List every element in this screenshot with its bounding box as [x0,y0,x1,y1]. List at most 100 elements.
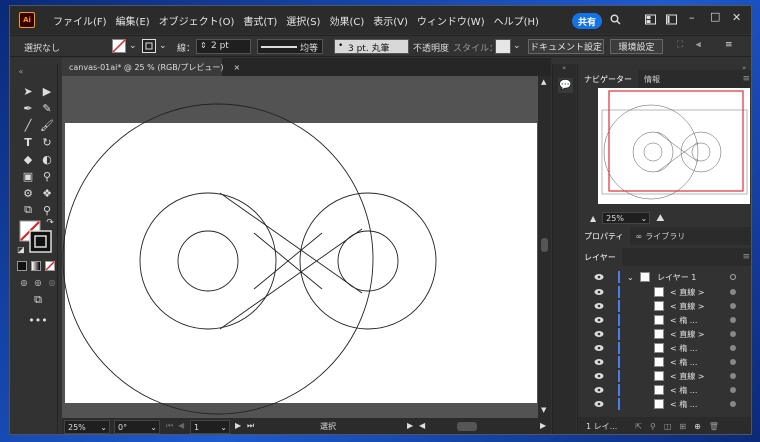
menu-help[interactable]: ヘルプ(H) [494,13,539,28]
rotate-view-select[interactable]: 0° ⌄ [114,420,160,434]
selection-tool-icon[interactable]: ➤ [21,84,35,98]
fill-swatch[interactable] [112,39,126,53]
tab-navigator[interactable]: ナビゲーター [578,70,638,88]
layer-item-row[interactable]: < 楕 ... [578,383,751,397]
draw-inside-icon[interactable]: ◎ [45,275,59,289]
item-name[interactable]: < 楕 ... [670,343,697,354]
navigator-zoom-field[interactable]: 25% ⌄ [602,212,651,224]
layer-item-row[interactable]: < 楕 ... [578,397,751,411]
chevron-down-icon[interactable]: ⌄ [159,41,167,51]
color-mode-icon[interactable] [17,261,27,271]
draw-normal-icon[interactable]: ◎ [17,275,31,289]
target-icon[interactable] [730,359,736,365]
zoom-tool-icon[interactable]: ⚲ [40,203,54,217]
trash-icon[interactable]: 🗑 [709,422,719,431]
item-name[interactable]: < 楕 ... [670,315,697,326]
shape-builder-tool-icon[interactable]: ◐ [40,152,54,166]
last-artboard-icon[interactable]: ⏭ [247,421,254,431]
screen-mode-icon[interactable] [666,14,677,25]
visibility-eye-icon[interactable] [594,358,604,366]
layer-name[interactable]: レイヤー 1 [657,272,696,283]
visibility-eye-icon[interactable] [594,386,604,394]
transform-icon[interactable]: ⛶ [677,40,683,50]
zoom-select[interactable]: 25% ⌄ [64,420,110,434]
target-icon[interactable] [730,317,736,323]
artwork[interactable] [62,76,538,418]
status-menu-icon[interactable]: ▶ [407,421,413,430]
stroke-weight-field[interactable]: ⇕ 2 pt [196,39,251,54]
search-icon[interactable] [610,14,621,25]
visibility-eye-icon[interactable] [594,273,604,281]
maximize-button[interactable]: □ [710,10,720,23]
none-mode-icon[interactable] [45,261,55,271]
draw-behind-icon[interactable]: ◎ [31,275,45,289]
tab-properties[interactable]: プロパティ [578,227,630,245]
new-layer-icon[interactable]: ⊕ [694,422,701,431]
layer-item-row[interactable]: < 直線 > [578,299,751,313]
scroll-thumb[interactable] [541,238,548,252]
visibility-eye-icon[interactable] [594,316,604,324]
item-name[interactable]: < 直線 > [670,329,705,340]
menu-select[interactable]: 選択(S) [286,13,320,28]
paintbrush-tool-icon[interactable]: 🖌 [40,118,54,132]
item-name[interactable]: < 楕 ... [670,399,697,410]
curvature-tool-icon[interactable]: ✎ [40,101,54,115]
item-name[interactable]: < 直線 > [670,301,705,312]
share-button[interactable]: 共有 [572,13,602,29]
hscroll-thumb[interactable] [457,422,477,431]
zoom-in-icon[interactable]: ⛰ [656,213,664,224]
variable-width-profile[interactable]: 均等 [257,39,323,54]
visibility-eye-icon[interactable] [594,288,604,296]
opacity-label[interactable]: 不透明度 [413,41,449,54]
layer-item-row[interactable]: < 直線 > [578,285,751,299]
document-tab[interactable]: canvas-01ai* @ 25 % (RGB/プレビュー) × [62,58,240,76]
default-colors-icon[interactable]: ◪ [14,242,28,256]
panel-menu-icon[interactable]: ≡ [742,74,750,84]
pen-tool-icon[interactable]: ✒ [21,101,35,115]
collect-export-icon[interactable]: ⇱ [635,422,642,431]
scroll-right-icon[interactable]: ▶ [540,421,546,430]
chevron-down-icon[interactable]: ⌄ [627,273,634,282]
line-tool-icon[interactable]: ╱ [21,118,35,132]
target-icon[interactable] [730,401,736,407]
brush-definition[interactable]: • 3 pt. 丸筆 [334,39,409,54]
close-window-button[interactable]: ✕ [732,11,741,24]
target-icon[interactable] [730,345,736,351]
panel-menu-icon[interactable]: ≡ [725,40,733,50]
target-icon[interactable] [730,303,736,309]
layer-item-row[interactable]: < 楕 ... [578,355,751,369]
layer-row[interactable]: ⌄ レイヤー 1 [578,270,751,284]
navigator-preview[interactable] [598,88,750,204]
graphic-style-swatch[interactable] [495,39,511,54]
collapse-icon[interactable]: « [14,64,28,78]
menu-effect[interactable]: 効果(C) [329,13,364,28]
align-icon[interactable]: ⫷ [696,40,701,50]
scroll-down-icon[interactable]: ▼ [541,406,546,414]
target-icon[interactable] [730,387,736,393]
blend-tool-icon[interactable]: ⚙ [21,186,35,200]
target-icon[interactable] [730,373,736,379]
prev-artboard-icon[interactable]: ◀ [178,421,184,430]
artboard-tool-icon[interactable]: ⧉ [21,203,35,217]
menu-file[interactable]: ファイル(F) [53,13,107,28]
visibility-eye-icon[interactable] [594,330,604,338]
layer-item-row[interactable]: < 楕 ... [578,341,751,355]
visibility-eye-icon[interactable] [594,302,604,310]
visibility-eye-icon[interactable] [594,372,604,380]
chevron-down-icon[interactable]: ⌄ [513,41,521,51]
gradient-mode-icon[interactable] [31,261,41,271]
menu-edit[interactable]: 編集(E) [116,13,150,28]
tab-layers[interactable]: レイヤー [578,248,622,266]
gradient-tool-icon[interactable]: ▣ [21,169,35,183]
layer-item-row[interactable]: < 直線 > [578,369,751,383]
tab-info[interactable]: 情報 [638,70,666,88]
layer-item-row[interactable]: < 直線 > [578,327,751,341]
visibility-eye-icon[interactable] [594,400,604,408]
make-clipping-mask-icon[interactable]: ◫ [664,422,672,431]
minimize-button[interactable]: – [689,11,695,24]
next-artboard-icon[interactable]: ▶ [235,421,241,430]
direct-selection-tool-icon[interactable]: ▶ [40,84,54,98]
scroll-left-icon[interactable]: ◀ [419,421,425,430]
panel-menu-icon[interactable]: ≡ [742,252,750,262]
visibility-eye-icon[interactable] [594,344,604,352]
